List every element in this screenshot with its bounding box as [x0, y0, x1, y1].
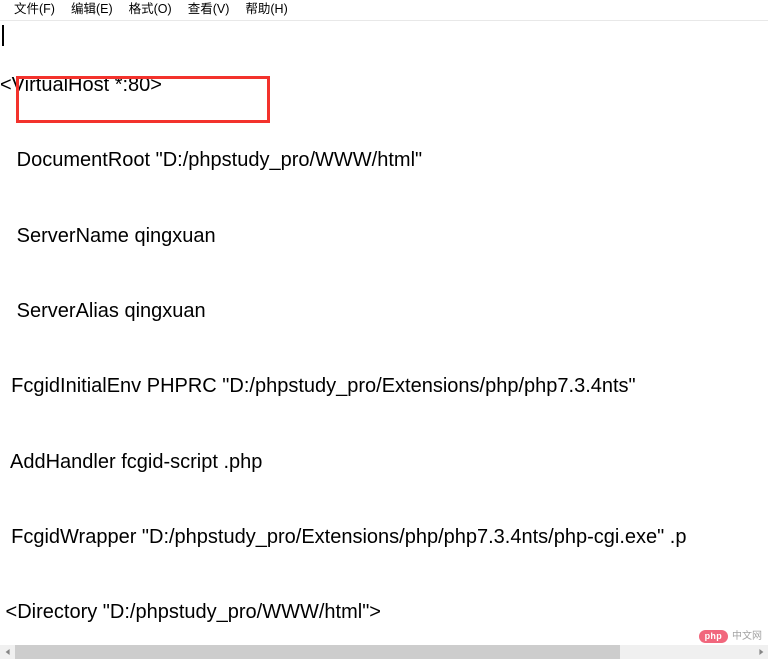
- menu-format[interactable]: 格式(O): [121, 0, 180, 20]
- scroll-right-arrow-icon[interactable]: [753, 645, 768, 659]
- scrollbar-thumb[interactable]: [15, 645, 621, 659]
- code-line: DocumentRoot "D:/phpstudy_pro/WWW/html": [0, 149, 423, 172]
- code-line: <VirtualHost *:80>: [0, 74, 162, 97]
- menu-help[interactable]: 帮助(H): [237, 0, 295, 20]
- code-line: FcgidInitialEnv PHPRC "D:/phpstudy_pro/E…: [0, 375, 636, 398]
- scrollbar-track[interactable]: [15, 645, 753, 659]
- menu-bar: 文件(F) 编辑(E) 格式(O) 查看(V) 帮助(H): [0, 0, 768, 21]
- code-line: AddHandler fcgid-script .php: [0, 450, 263, 473]
- code-line-serveralias: ServerAlias qingxuan: [0, 300, 206, 323]
- horizontal-scrollbar[interactable]: [0, 645, 768, 659]
- scroll-left-arrow-icon[interactable]: [0, 645, 15, 659]
- config-text-content[interactable]: <VirtualHost *:80> DocumentRoot "D:/phps…: [0, 22, 768, 645]
- code-line: <Directory "D:/phpstudy_pro/WWW/html">: [0, 601, 381, 624]
- menu-file[interactable]: 文件(F): [6, 0, 63, 20]
- text-editor-area[interactable]: <VirtualHost *:80> DocumentRoot "D:/phps…: [0, 22, 768, 645]
- code-line-servername: ServerName qingxuan: [0, 224, 216, 247]
- menu-edit[interactable]: 编辑(E): [63, 0, 121, 20]
- menu-view[interactable]: 查看(V): [180, 0, 238, 20]
- code-line: FcgidWrapper "D:/phpstudy_pro/Extensions…: [0, 525, 687, 548]
